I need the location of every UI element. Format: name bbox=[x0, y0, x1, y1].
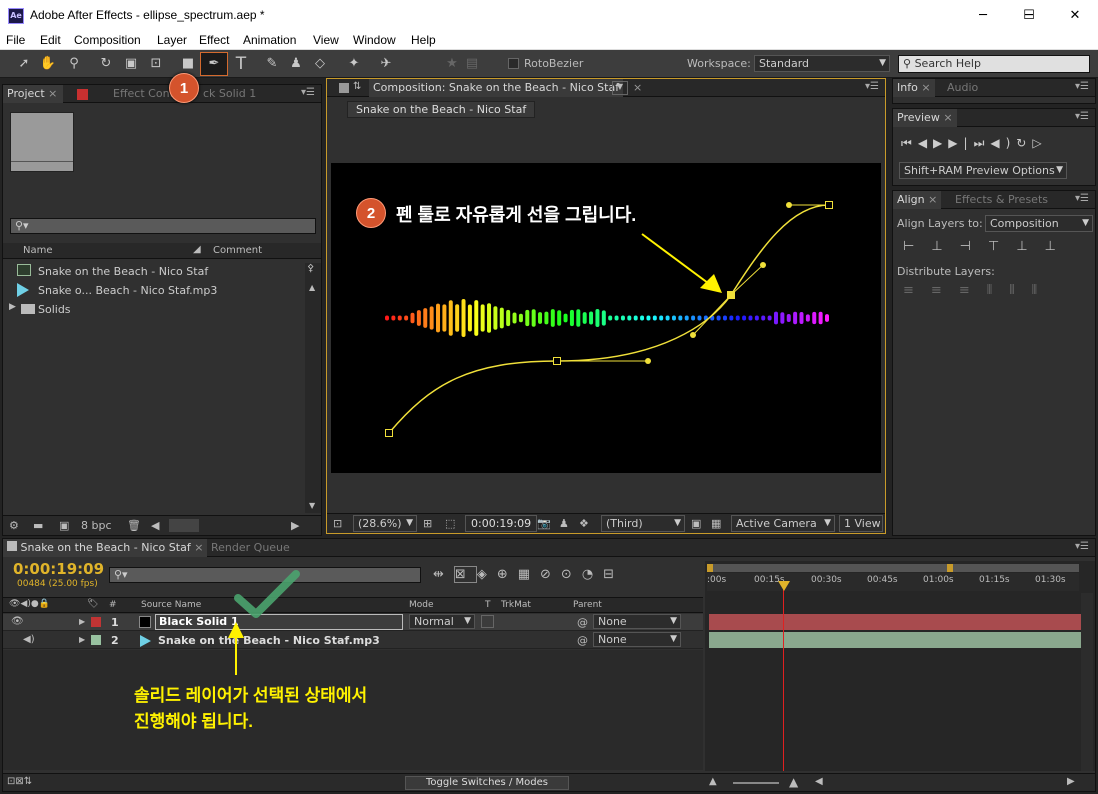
note-line-2: 진행해야 됩니다. bbox=[134, 712, 253, 731]
arrow-head-icon bbox=[700, 274, 722, 293]
note-text: 솔리드 레이어가 선택된 상태에서 진행해야 됩니다. bbox=[134, 683, 367, 735]
note-line-1: 솔리드 레이어가 선택된 상태에서 bbox=[134, 686, 368, 705]
annotation-arrows bbox=[228, 233, 722, 675]
arrow-line bbox=[641, 233, 713, 287]
arrow-head-icon bbox=[228, 622, 244, 638]
checkmark-icon bbox=[234, 570, 300, 618]
